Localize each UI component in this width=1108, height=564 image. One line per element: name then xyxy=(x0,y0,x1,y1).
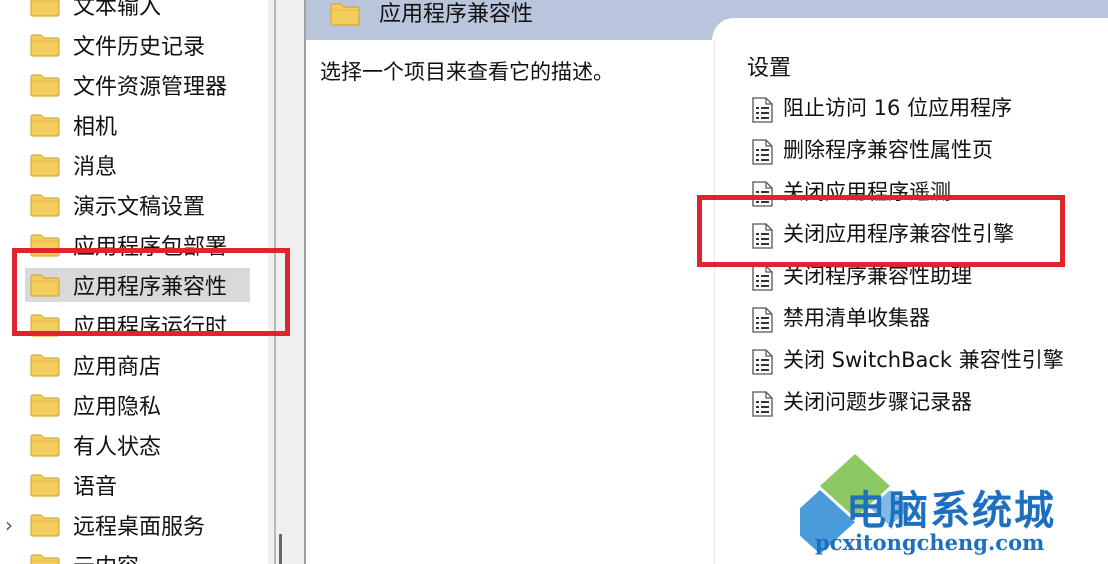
tree-item[interactable]: 应用程序兼容性 xyxy=(0,265,268,305)
setting-item[interactable]: 禁用清单收集器 xyxy=(739,301,1108,335)
chevron-right-icon[interactable] xyxy=(2,265,16,305)
chevron-right-icon[interactable] xyxy=(2,145,16,185)
tree-item[interactable]: 文件历史记录 xyxy=(0,25,268,65)
setting-label: 删除程序兼容性属性页 xyxy=(783,138,993,162)
folder-icon xyxy=(30,0,60,17)
watermark-url: pcxitongcheng.com xyxy=(815,530,1045,555)
details-title: 应用程序兼容性 xyxy=(379,2,534,27)
tree-item[interactable]: › 远程桌面服务 xyxy=(0,505,268,545)
tree-item-label: 应用隐私 xyxy=(73,395,162,420)
tree-item-label: 文件历史记录 xyxy=(73,35,206,60)
chevron-right-icon[interactable] xyxy=(2,105,16,145)
folder-icon xyxy=(30,313,60,337)
tree-item-label: 相机 xyxy=(73,115,118,140)
setting-item[interactable]: 关闭 SwitchBack 兼容性引擎 xyxy=(739,343,1108,377)
tree-item-label: 应用程序运行时 xyxy=(73,315,228,340)
tree-item-label: 文件资源管理器 xyxy=(73,75,228,100)
chevron-right-icon[interactable] xyxy=(2,225,16,265)
setting-label: 关闭应用程序兼容性引擎 xyxy=(783,222,1014,246)
tree-item[interactable]: 消息 xyxy=(0,145,268,185)
policy-setting-icon xyxy=(751,181,773,207)
chevron-right-icon[interactable] xyxy=(2,65,16,105)
policy-setting-icon xyxy=(751,139,773,165)
tree-item[interactable]: 文件资源管理器 xyxy=(0,65,268,105)
policy-setting-icon xyxy=(751,97,773,123)
tree-item[interactable]: 语音 xyxy=(0,465,268,505)
tree-item-label: 云内容 xyxy=(73,549,139,564)
folder-icon xyxy=(30,73,60,97)
chevron-right-icon[interactable] xyxy=(2,465,16,505)
tree-item[interactable]: 文本输入 xyxy=(0,0,268,25)
description-column: 选择一个项目来查看它的描述。 xyxy=(306,40,715,564)
setting-label: 关闭程序兼容性助理 xyxy=(783,264,972,288)
tree-item[interactable]: 应用程序包部署 xyxy=(0,225,268,265)
tree-item-label: 应用程序兼容性 xyxy=(73,275,228,300)
setting-label: 阻止访问 16 位应用程序 xyxy=(783,96,1013,120)
tree-item[interactable]: 相机 xyxy=(0,105,268,145)
tree-item[interactable]: 应用程序运行时 xyxy=(0,305,268,345)
policy-setting-icon xyxy=(751,265,773,291)
tree-item[interactable]: 应用商店 xyxy=(0,345,268,385)
folder-icon xyxy=(30,553,60,564)
tree-item-label: 文本输入 xyxy=(73,0,162,20)
tree-item-label: 远程桌面服务 xyxy=(73,515,206,540)
folder-icon xyxy=(330,2,360,26)
folder-icon xyxy=(30,273,60,297)
tree-item[interactable]: 云内容 xyxy=(0,545,268,564)
chevron-right-icon[interactable] xyxy=(2,185,16,225)
setting-item[interactable]: 关闭应用程序兼容性引擎 xyxy=(739,217,1108,251)
navigation-tree: 文本输入 文件历史记录 文件资源管理器 相机 消息 演示文稿设置 应用程序包部署… xyxy=(0,0,268,564)
policy-setting-icon xyxy=(751,349,773,375)
folder-icon xyxy=(30,393,60,417)
tree-item-label: 消息 xyxy=(73,155,118,180)
setting-item[interactable]: 关闭应用程序遥测 xyxy=(739,175,1108,209)
folder-icon xyxy=(30,193,60,217)
settings-column-header[interactable]: 设置 xyxy=(747,50,791,82)
setting-label: 关闭问题步骤记录器 xyxy=(783,390,972,414)
tree-item-label: 有人状态 xyxy=(73,435,162,460)
setting-item[interactable]: 关闭程序兼容性助理 xyxy=(739,259,1108,293)
tree-item[interactable]: 演示文稿设置 xyxy=(0,185,268,225)
folder-icon xyxy=(30,113,60,137)
setting-label: 禁用清单收集器 xyxy=(783,306,930,330)
folder-icon xyxy=(30,353,60,377)
folder-icon xyxy=(30,233,60,257)
tree-item[interactable]: 应用隐私 xyxy=(0,385,268,425)
tree-item[interactable]: 有人状态 xyxy=(0,425,268,465)
folder-icon xyxy=(30,33,60,57)
policy-setting-icon xyxy=(751,307,773,333)
chevron-right-icon[interactable] xyxy=(2,25,16,65)
setting-item[interactable]: 关闭问题步骤记录器 xyxy=(739,385,1108,419)
tree-item-label: 语音 xyxy=(73,475,118,500)
setting-label: 关闭 SwitchBack 兼容性引擎 xyxy=(783,348,1064,372)
chevron-right-icon[interactable]: › xyxy=(2,505,16,545)
tree-scrollbar-track xyxy=(274,0,276,564)
chevron-right-icon[interactable] xyxy=(2,345,16,385)
description-prompt: 选择一个项目来查看它的描述。 xyxy=(320,60,614,84)
chevron-right-icon[interactable] xyxy=(2,425,16,465)
policy-setting-icon xyxy=(751,223,773,249)
tree-scrollbar-thumb[interactable] xyxy=(279,534,282,564)
setting-label: 关闭应用程序遥测 xyxy=(783,180,951,204)
policy-setting-icon xyxy=(751,391,773,417)
tree-item-label: 应用程序包部署 xyxy=(73,235,228,260)
tree-item-label: 演示文稿设置 xyxy=(73,195,206,220)
chevron-right-icon[interactable] xyxy=(2,545,16,564)
setting-item[interactable]: 阻止访问 16 位应用程序 xyxy=(739,91,1108,125)
chevron-right-icon[interactable] xyxy=(2,305,16,345)
chevron-right-icon[interactable] xyxy=(2,0,16,25)
folder-icon xyxy=(30,473,60,497)
folder-icon xyxy=(30,513,60,537)
setting-item[interactable]: 删除程序兼容性属性页 xyxy=(739,133,1108,167)
watermark-title: 电脑系统城 xyxy=(846,488,1056,534)
tree-item-label: 应用商店 xyxy=(73,355,162,380)
chevron-right-icon[interactable] xyxy=(2,385,16,425)
folder-icon xyxy=(30,153,60,177)
folder-icon xyxy=(30,433,60,457)
